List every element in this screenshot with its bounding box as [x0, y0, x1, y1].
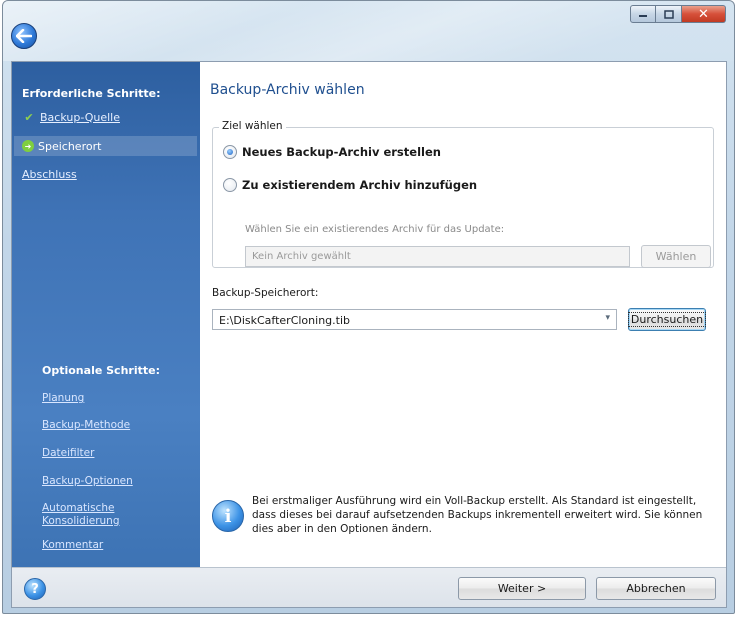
existing-archive-field: Kein Archiv gewählt — [245, 246, 630, 267]
sidebar-item-comment[interactable]: Kommentar — [42, 539, 103, 552]
location-value: E:\DiskCafterCloning.tib — [219, 314, 350, 327]
minimize-icon — [639, 15, 647, 17]
radio-new-archive[interactable]: Neues Backup-Archiv erstellen — [223, 145, 441, 159]
wizard-window: ✕ Erforderliche Schritte: ✔ Backup-Quell… — [2, 0, 735, 614]
optional-steps-heading: Optionale Schritte: — [42, 364, 160, 377]
back-arrow-icon — [16, 29, 32, 43]
maximize-icon — [663, 9, 674, 19]
current-step-icon: ➜ — [22, 140, 34, 152]
title-bar: ✕ — [3, 1, 734, 61]
help-icon[interactable]: ? — [24, 578, 46, 600]
sidebar-item-backup-method[interactable]: Backup-Methode — [42, 419, 130, 432]
minimize-button[interactable] — [630, 5, 656, 23]
sidebar-item-finish[interactable]: Abschluss — [22, 168, 77, 181]
radio-existing-archive[interactable]: Zu existierendem Archiv hinzufügen — [223, 178, 477, 192]
radio-new-archive-label: Neues Backup-Archiv erstellen — [242, 145, 441, 159]
info-text: Bei erstmaliger Ausführung wird ein Voll… — [252, 495, 703, 535]
sidebar-item-label: Abschluss — [22, 168, 77, 181]
radio-existing-archive-label: Zu existierendem Archiv hinzufügen — [242, 178, 478, 192]
sidebar-item-label: Backup-Quelle — [40, 110, 120, 124]
choose-archive-button[interactable]: Wählen — [641, 245, 711, 268]
info-icon: i — [212, 500, 244, 532]
dropdown-arrow-icon[interactable]: ▾ — [605, 313, 610, 323]
cancel-button[interactable]: Abbrechen — [596, 577, 716, 600]
main-panel: Backup-Archiv wählen Ziel wählen Neues B… — [200, 62, 726, 567]
footer-bar: ? Weiter > Abbrechen — [12, 567, 726, 607]
sidebar-item-auto-consolidation[interactable]: Automatische Konsolidierung — [42, 502, 152, 528]
sidebar-item-label: Speicherort — [38, 139, 102, 153]
client-area: Erforderliche Schritte: ✔ Backup-Quelle … — [11, 61, 727, 608]
target-groupbox: Ziel wählen Neues Backup-Archiv erstelle… — [212, 120, 714, 268]
sidebar-item-backup-options[interactable]: Backup-Optionen — [42, 475, 133, 488]
next-button-label: Weiter > — [497, 582, 547, 595]
maximize-button[interactable] — [656, 5, 682, 23]
sidebar-item-backup-source[interactable]: ✔ Backup-Quelle — [22, 110, 120, 124]
close-icon: ✕ — [698, 6, 709, 22]
page-title: Backup-Archiv wählen — [210, 82, 365, 98]
back-button[interactable] — [11, 23, 37, 49]
steps-sidebar: Erforderliche Schritte: ✔ Backup-Quelle … — [12, 62, 200, 567]
radio-button-selected[interactable] — [223, 145, 237, 159]
existing-archive-hint: Wählen Sie ein existierendes Archiv für … — [245, 224, 505, 235]
required-steps-heading: Erforderliche Schritte: — [22, 87, 161, 100]
check-icon: ✔ — [24, 110, 34, 124]
location-combobox[interactable]: E:\DiskCafterCloning.tib ▾ — [212, 309, 617, 330]
cancel-button-label: Abbrechen — [626, 582, 686, 595]
close-button[interactable]: ✕ — [682, 5, 726, 23]
sidebar-item-location[interactable]: ➜ Speicherort — [14, 136, 197, 156]
title-bar-glass — [3, 1, 734, 61]
caption-buttons: ✕ — [630, 5, 726, 23]
sidebar-item-file-filter[interactable]: Dateifilter — [42, 447, 94, 460]
location-label: Backup-Speicherort: — [212, 287, 319, 299]
browse-button-label: Durchsuchen — [627, 312, 707, 327]
browse-button[interactable]: Durchsuchen — [627, 308, 707, 331]
next-button[interactable]: Weiter > — [458, 577, 586, 600]
sidebar-item-schedule[interactable]: Planung — [42, 392, 84, 405]
radio-button[interactable] — [223, 178, 237, 192]
target-group-legend: Ziel wählen — [219, 120, 286, 132]
